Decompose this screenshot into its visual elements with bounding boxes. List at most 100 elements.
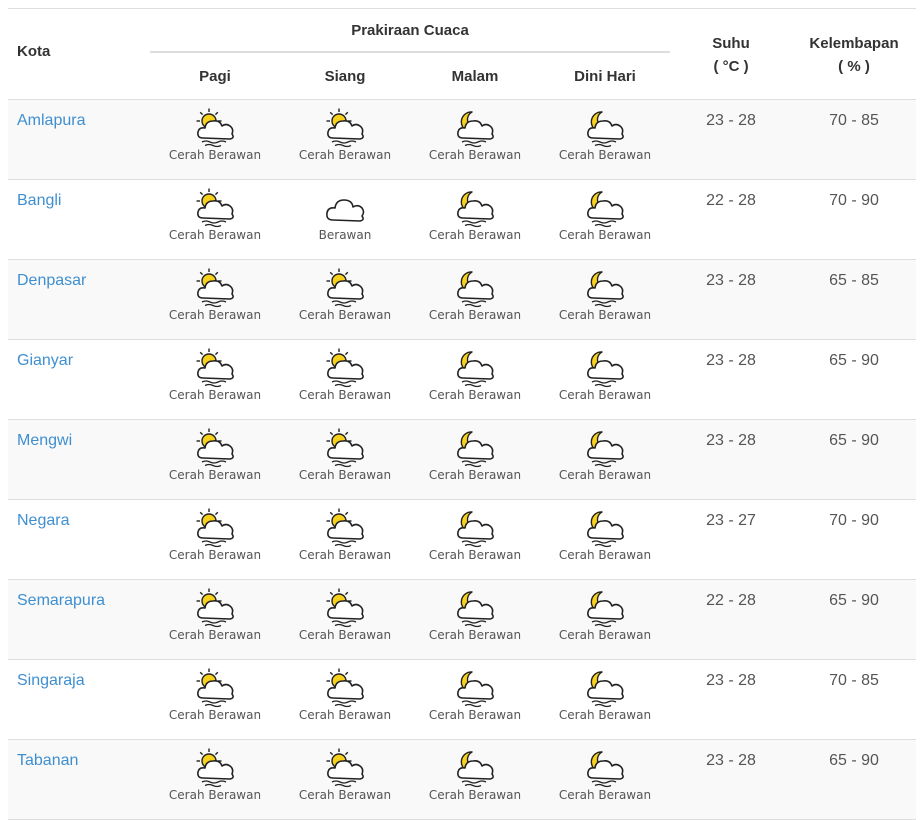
forecast-cell-siang: Cerah Berawan: [280, 419, 410, 500]
city-link[interactable]: Gianyar: [8, 340, 150, 370]
table-row: Mengwi Cerah Berawan Cerah Berawan Cerah Be…: [8, 419, 917, 500]
sun-cloud-icon: [326, 748, 364, 788]
header-prakiraan-cuaca: Prakiraan Cuaca: [150, 9, 671, 53]
sun-cloud-icon: [326, 428, 364, 468]
city-link[interactable]: Negara: [8, 500, 150, 530]
forecast-cell-malam: Cerah Berawan: [410, 419, 540, 500]
table-row: Semarapura Cerah Berawan Cerah Berawan Cera…: [8, 579, 917, 660]
suhu-value: 23 - 28: [706, 272, 756, 289]
kelembapan-cell: 65 - 85: [792, 259, 917, 340]
sun-cloud-icon: [196, 348, 234, 388]
table-row: Negara Cerah Berawan Cerah Berawan Cerah Be…: [8, 499, 917, 580]
sun-cloud-icon: [326, 268, 364, 308]
sun-cloud-icon: [196, 188, 234, 228]
city-link[interactable]: Bangli: [8, 180, 150, 210]
suhu-value: 23 - 28: [706, 352, 756, 369]
kelembapan-value: 65 - 90: [829, 752, 879, 769]
city-link[interactable]: Mengwi: [8, 420, 150, 450]
forecast-label: Cerah Berawan: [298, 548, 392, 562]
kelembapan-value: 70 - 90: [829, 192, 879, 209]
sun-cloud-icon: [326, 508, 364, 548]
table-row: Bangli Cerah Berawan Berawan Cerah Berawan C…: [8, 179, 917, 260]
city-cell: Gianyar: [8, 339, 150, 420]
forecast-cell-malam: Cerah Berawan: [410, 659, 540, 740]
header-kelembapan-unit: ( % ): [838, 58, 870, 75]
moon-cloud-icon: [587, 271, 624, 308]
forecast-cell-pagi: Cerah Berawan: [150, 99, 280, 180]
forecast-cell-malam: Cerah Berawan: [410, 259, 540, 340]
sun-cloud-icon: [196, 748, 234, 788]
header-kelembapan: Kelembapan ( % ): [792, 9, 917, 100]
weather-table: Kota Prakiraan Cuaca Suhu ( °C ) Kelemba…: [8, 9, 917, 820]
suhu-cell: 23 - 28: [670, 259, 793, 340]
city-cell: Amlapura: [8, 99, 150, 180]
forecast-label: Cerah Berawan: [298, 148, 392, 162]
suhu-cell: 23 - 28: [670, 659, 793, 740]
forecast-cell-siang: Cerah Berawan: [280, 99, 410, 180]
moon-cloud-icon: [587, 751, 624, 788]
forecast-cell-dini: Cerah Berawan: [540, 579, 671, 660]
city-link[interactable]: Semarapura: [8, 580, 150, 610]
forecast-cell-dini: Cerah Berawan: [540, 499, 671, 580]
forecast-label: Cerah Berawan: [428, 468, 522, 482]
suhu-cell: 23 - 27: [670, 499, 793, 580]
moon-cloud-icon: [457, 751, 494, 788]
moon-cloud-icon: [457, 111, 494, 148]
forecast-cell-siang: Berawan: [280, 179, 410, 260]
suhu-cell: 22 - 28: [670, 579, 793, 660]
forecast-cell-siang: Cerah Berawan: [280, 339, 410, 420]
sun-cloud-icon: [326, 588, 364, 628]
forecast-cell-pagi: Cerah Berawan: [150, 259, 280, 340]
forecast-label: Cerah Berawan: [168, 308, 262, 322]
forecast-label: Cerah Berawan: [298, 468, 392, 482]
kelembapan-value: 65 - 85: [829, 272, 879, 289]
sun-cloud-icon: [196, 428, 234, 468]
forecast-cell-dini: Cerah Berawan: [540, 739, 671, 820]
moon-cloud-icon: [457, 351, 494, 388]
forecast-label: Cerah Berawan: [298, 388, 392, 402]
forecast-label: Cerah Berawan: [168, 788, 262, 802]
table-row: Gianyar Cerah Berawan Cerah Berawan Cerah B…: [8, 339, 917, 420]
kelembapan-cell: 70 - 85: [792, 99, 917, 180]
suhu-cell: 23 - 28: [670, 339, 793, 420]
sun-cloud-icon: [196, 108, 234, 148]
moon-cloud-icon: [587, 111, 624, 148]
forecast-cell-pagi: Cerah Berawan: [150, 579, 280, 660]
kelembapan-value: 65 - 90: [829, 352, 879, 369]
sun-cloud-icon: [196, 588, 234, 628]
forecast-label: Cerah Berawan: [558, 148, 652, 162]
forecast-label: Cerah Berawan: [558, 228, 652, 242]
kelembapan-value: 70 - 90: [829, 512, 879, 529]
forecast-cell-dini: Cerah Berawan: [540, 179, 671, 260]
table-row: Amlapura Cerah Berawan Cerah Berawan Cerah …: [8, 99, 917, 180]
city-link[interactable]: Singaraja: [8, 660, 150, 690]
city-link[interactable]: Amlapura: [8, 100, 150, 130]
sun-cloud-icon: [196, 268, 234, 308]
sun-cloud-icon: [326, 348, 364, 388]
forecast-cell-pagi: Cerah Berawan: [150, 659, 280, 740]
forecast-cell-pagi: Cerah Berawan: [150, 179, 280, 260]
city-link[interactable]: Denpasar: [8, 260, 150, 290]
suhu-value: 22 - 28: [706, 592, 756, 609]
kelembapan-cell: 70 - 90: [792, 499, 917, 580]
suhu-value: 23 - 28: [706, 752, 756, 769]
forecast-label: Cerah Berawan: [558, 308, 652, 322]
header-suhu-label: Suhu: [712, 35, 750, 52]
moon-cloud-icon: [587, 591, 624, 628]
city-cell: Tabanan: [8, 739, 150, 820]
forecast-label: Cerah Berawan: [428, 788, 522, 802]
table-row: Singaraja Cerah Berawan Cerah Berawan Cerah…: [8, 659, 917, 740]
forecast-cell-pagi: Cerah Berawan: [150, 419, 280, 500]
moon-cloud-icon: [587, 511, 624, 548]
forecast-label: Cerah Berawan: [558, 788, 652, 802]
forecast-label: Cerah Berawan: [558, 548, 652, 562]
city-cell: Mengwi: [8, 419, 150, 500]
suhu-cell: 23 - 28: [670, 99, 793, 180]
forecast-cell-siang: Cerah Berawan: [280, 739, 410, 820]
sun-cloud-icon: [326, 108, 364, 148]
city-cell: Bangli: [8, 179, 150, 260]
forecast-label: Cerah Berawan: [558, 628, 652, 642]
city-link[interactable]: Tabanan: [8, 740, 150, 770]
suhu-cell: 23 - 28: [670, 419, 793, 500]
forecast-label: Cerah Berawan: [558, 708, 652, 722]
